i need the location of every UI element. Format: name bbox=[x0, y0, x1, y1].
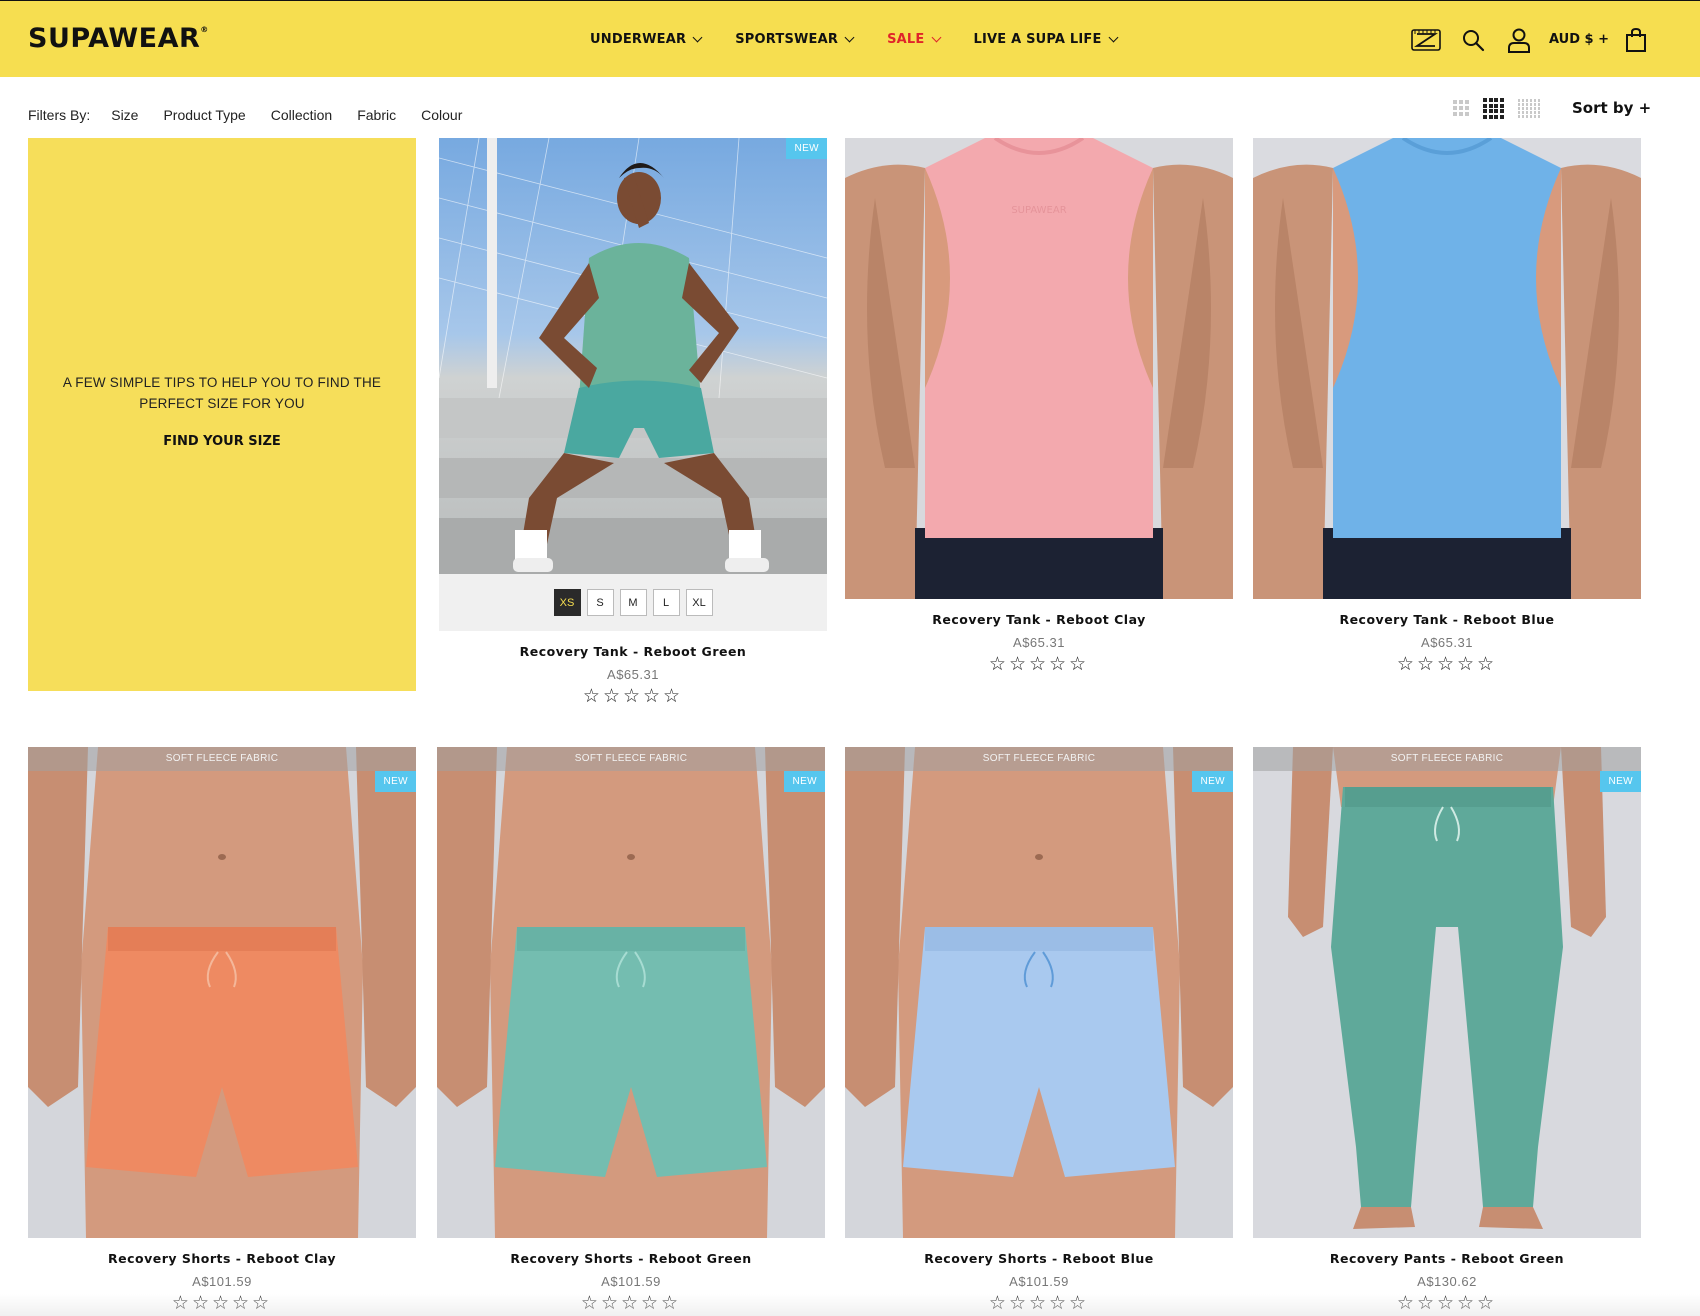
search-icon[interactable] bbox=[1461, 28, 1485, 52]
svg-text:SUPAWEAR: SUPAWEAR bbox=[1011, 205, 1066, 216]
chevron-down-icon bbox=[692, 32, 703, 43]
product-title[interactable]: Recovery Shorts - Reboot Green bbox=[437, 1251, 825, 1266]
new-badge: NEW bbox=[375, 771, 416, 792]
filters-bar: Filters By: Size Product Type Collection… bbox=[28, 107, 487, 123]
currency-selector[interactable]: AUD $ + bbox=[1549, 32, 1609, 47]
filter-collection[interactable]: Collection bbox=[271, 107, 332, 123]
grid-small-icon[interactable] bbox=[1453, 100, 1469, 117]
new-badge: NEW bbox=[786, 138, 827, 159]
size-guide-icon[interactable] bbox=[1411, 28, 1441, 52]
product-card: NEW XS S M L XL Recovery Tank - Reboot G… bbox=[439, 138, 827, 708]
product-title[interactable]: Recovery Pants - Reboot Green bbox=[1253, 1251, 1641, 1266]
size-option-xs[interactable]: XS bbox=[553, 589, 581, 616]
product-price: A$101.59 bbox=[601, 1274, 661, 1289]
product-card: SUPAWEAR Recovery Tank - Reboot Clay A$6… bbox=[845, 138, 1233, 676]
fabric-banner: SOFT FLEECE FABRIC bbox=[28, 747, 416, 771]
page-bottom-fade bbox=[0, 1294, 1700, 1316]
product-card: SOFT FLEECE FABRIC NEW Recovery Shorts -… bbox=[437, 747, 825, 1315]
new-badge: NEW bbox=[1600, 771, 1641, 792]
filter-size[interactable]: Size bbox=[111, 107, 138, 123]
product-image[interactable] bbox=[1253, 138, 1641, 599]
product-card: SOFT FLEECE FABRIC NEW Recovery Shorts -… bbox=[28, 747, 416, 1315]
size-guide-promo: A FEW SIMPLE TIPS TO HELP YOU TO FIND TH… bbox=[28, 138, 416, 691]
product-image[interactable]: SOFT FLEECE FABRIC NEW bbox=[28, 747, 416, 1238]
fabric-banner: SOFT FLEECE FABRIC bbox=[1253, 747, 1641, 771]
rating-stars: ☆☆☆☆☆ bbox=[988, 654, 1090, 675]
nav-item-sportswear[interactable]: SPORTSWEAR bbox=[735, 32, 855, 47]
product-image[interactable]: SUPAWEAR bbox=[845, 138, 1233, 599]
product-title[interactable]: Recovery Tank - Reboot Clay bbox=[845, 612, 1233, 627]
size-option-s[interactable]: S bbox=[586, 589, 614, 616]
chevron-down-icon bbox=[844, 32, 855, 43]
product-price: A$101.59 bbox=[192, 1274, 252, 1289]
product-card: SOFT FLEECE FABRIC NEW Recovery Shorts -… bbox=[845, 747, 1233, 1315]
chevron-down-icon bbox=[931, 32, 941, 43]
size-option-m[interactable]: M bbox=[619, 589, 647, 616]
size-selector: XS S M L XL bbox=[439, 574, 827, 631]
product-image[interactable]: SOFT FLEECE FABRIC NEW bbox=[1253, 747, 1641, 1238]
nav-item-sale[interactable]: SALE bbox=[887, 32, 941, 47]
account-icon[interactable] bbox=[1507, 27, 1531, 53]
fabric-banner: SOFT FLEECE FABRIC bbox=[845, 747, 1233, 771]
logo[interactable]: SUPAWEAR® bbox=[28, 23, 209, 54]
product-image[interactable]: SOFT FLEECE FABRIC NEW bbox=[845, 747, 1233, 1238]
product-card: Recovery Tank - Reboot Blue A$65.31 ☆☆☆☆… bbox=[1253, 138, 1641, 676]
product-price: A$65.31 bbox=[1421, 635, 1473, 650]
sort-by-button[interactable]: Sort by + bbox=[1572, 99, 1651, 117]
filters-label: Filters By: bbox=[28, 107, 91, 123]
filter-fabric[interactable]: Fabric bbox=[357, 107, 396, 123]
product-title[interactable]: Recovery Shorts - Reboot Blue bbox=[845, 1251, 1233, 1266]
size-option-xl[interactable]: XL bbox=[685, 589, 713, 616]
grid-view-toggles bbox=[1453, 98, 1540, 119]
fabric-banner: SOFT FLEECE FABRIC bbox=[437, 747, 825, 771]
product-title[interactable]: Recovery Shorts - Reboot Clay bbox=[28, 1251, 416, 1266]
cart-icon[interactable] bbox=[1625, 27, 1647, 53]
product-card: SOFT FLEECE FABRIC NEW Recovery Pants - … bbox=[1253, 747, 1641, 1315]
product-price: A$130.62 bbox=[1417, 1274, 1477, 1289]
promo-text: A FEW SIMPLE TIPS TO HELP YOU TO FIND TH… bbox=[62, 375, 382, 411]
site-header: SUPAWEAR® UNDERWEAR SPORTSWEAR SALE LIVE… bbox=[0, 0, 1700, 77]
product-price: A$65.31 bbox=[1013, 635, 1065, 650]
rating-stars: ☆☆☆☆☆ bbox=[1396, 654, 1498, 675]
new-badge: NEW bbox=[784, 771, 825, 792]
filter-colour[interactable]: Colour bbox=[421, 107, 462, 123]
grid-medium-icon[interactable] bbox=[1483, 98, 1504, 119]
chevron-down-icon bbox=[1108, 32, 1119, 43]
product-price: A$101.59 bbox=[1009, 1274, 1069, 1289]
new-badge: NEW bbox=[1192, 771, 1233, 792]
grid-large-icon[interactable] bbox=[1517, 99, 1540, 118]
product-image[interactable]: SOFT FLEECE FABRIC NEW bbox=[437, 747, 825, 1238]
rating-stars: ☆☆☆☆☆ bbox=[582, 686, 684, 707]
nav-item-underwear[interactable]: UNDERWEAR bbox=[590, 32, 703, 47]
size-option-l[interactable]: L bbox=[652, 589, 680, 616]
product-title[interactable]: Recovery Tank - Reboot Blue bbox=[1253, 612, 1641, 627]
main-nav: UNDERWEAR SPORTSWEAR SALE LIVE A SUPA LI… bbox=[590, 1, 1119, 78]
filter-product-type[interactable]: Product Type bbox=[163, 107, 245, 123]
product-price: A$65.31 bbox=[607, 667, 659, 682]
header-actions: AUD $ + bbox=[1411, 1, 1647, 78]
nav-item-live-a-supa-life[interactable]: LIVE A SUPA LIFE bbox=[974, 32, 1119, 47]
product-title[interactable]: Recovery Tank - Reboot Green bbox=[439, 644, 827, 659]
find-your-size-link[interactable]: FIND YOUR SIZE bbox=[163, 434, 281, 449]
product-image[interactable]: NEW bbox=[439, 138, 827, 574]
